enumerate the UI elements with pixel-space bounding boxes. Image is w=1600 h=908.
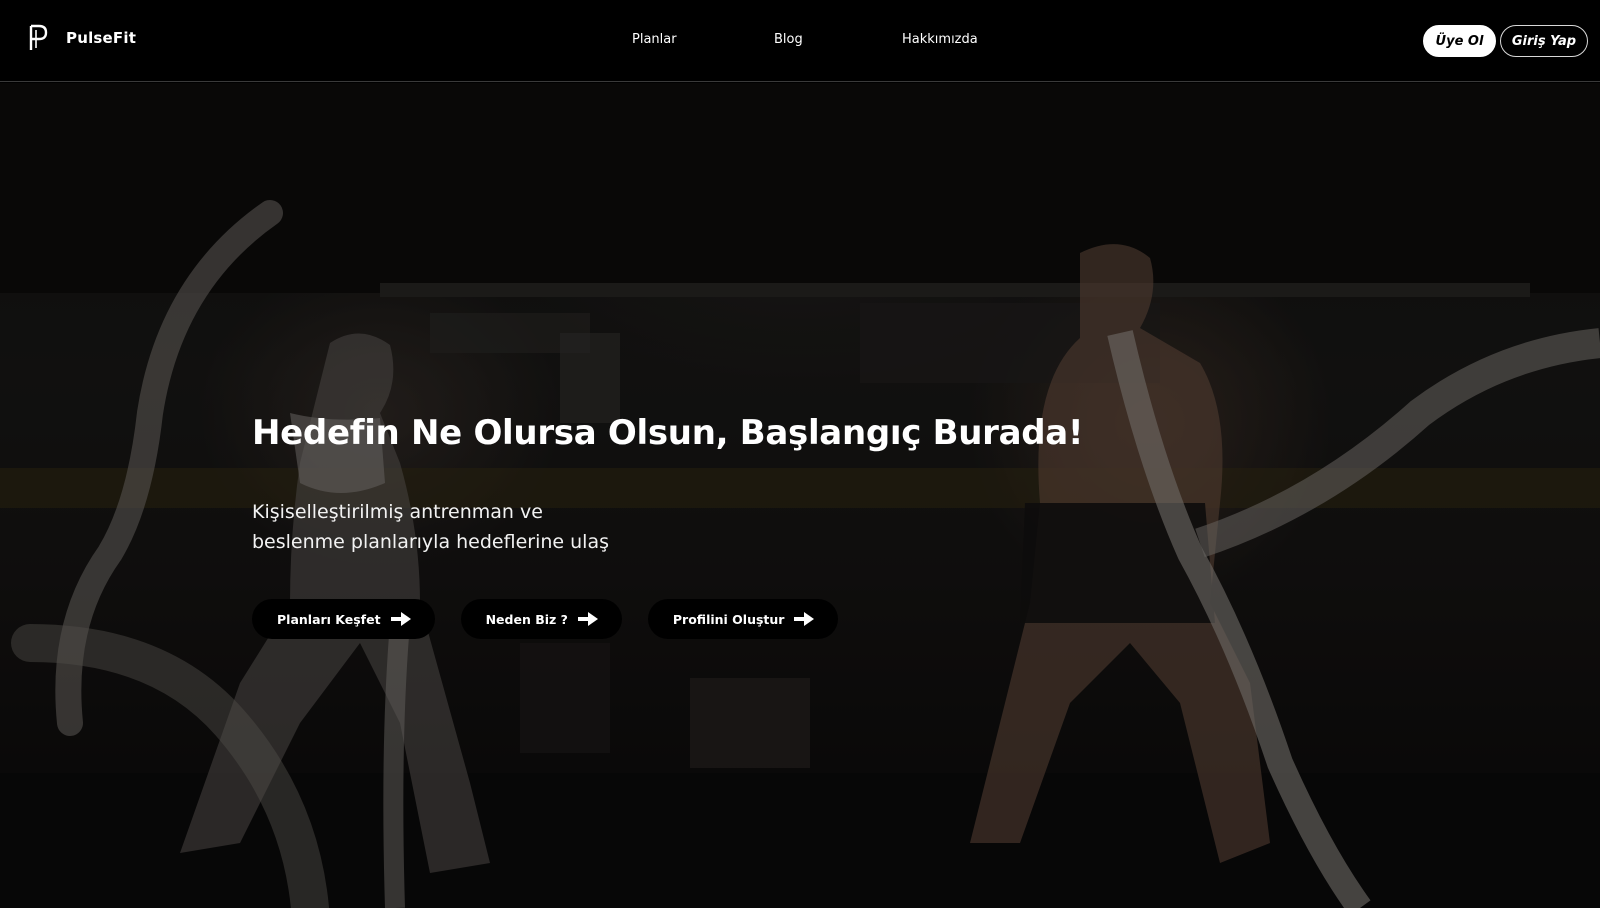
hero-title: Hedefin Ne Olursa Olsun, Başlangıç Burad… <box>252 413 1084 453</box>
hero-content: Hedefin Ne Olursa Olsun, Başlangıç Burad… <box>252 413 1152 639</box>
hero-subtitle: Kişiselleştirilmiş antrenman ve beslenme… <box>252 501 610 553</box>
nav-link-plans[interactable]: Planlar <box>632 32 677 47</box>
nav-link-blog[interactable]: Blog <box>774 32 803 47</box>
why-us-button[interactable]: Neden Biz ? <box>460 599 622 639</box>
site-header: PulseFit Planlar Blog Hakkımızda Üye Ol … <box>0 0 1600 82</box>
signup-button[interactable]: Üye Ol <box>1423 25 1496 57</box>
hero-section: Hedefin Ne Olursa Olsun, Başlangıç Burad… <box>0 83 1600 908</box>
create-profile-label: Profilini Oluştur <box>672 611 785 627</box>
arrow-right-icon <box>390 612 411 626</box>
explore-plans-button[interactable]: Planları Keşfet <box>252 599 435 639</box>
arrow-right-icon <box>794 612 815 626</box>
explore-plans-label: Planları Keşfet <box>277 611 381 627</box>
cta-row: Planları Keşfet Neden Biz ? Profilini Ol… <box>252 599 1152 639</box>
why-us-label: Neden Biz ? <box>485 611 568 627</box>
main-nav: Planlar Blog Hakkımızda <box>0 32 1600 52</box>
auth-buttons: Üye Ol Giriş Yap <box>1423 25 1588 57</box>
create-profile-button[interactable]: Profilini Oluştur <box>647 599 839 639</box>
arrow-right-icon <box>577 612 598 626</box>
nav-link-about[interactable]: Hakkımızda <box>902 32 978 47</box>
login-button[interactable]: Giriş Yap <box>1500 25 1588 57</box>
